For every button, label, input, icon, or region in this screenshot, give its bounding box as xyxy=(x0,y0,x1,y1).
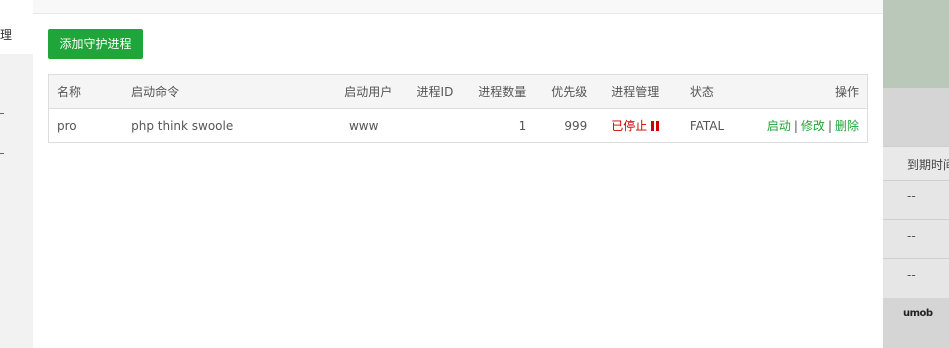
sidebar-marker xyxy=(0,113,4,114)
left-sidebar: 理 xyxy=(0,0,33,348)
background-table-header: 到期时间 xyxy=(883,146,949,181)
table-row: pro php think swoole www 1 999 已停止 FATAL… xyxy=(48,108,868,143)
cell-name: pro xyxy=(48,108,124,143)
cell-user: www xyxy=(311,108,401,143)
background-logo: umob xyxy=(903,308,933,319)
header-state: 状态 xyxy=(689,85,714,99)
header-count: 进程数量 xyxy=(478,85,527,99)
header-user: 启动用户 xyxy=(344,85,393,99)
cell-manage[interactable]: 已停止 xyxy=(595,108,682,143)
cell-state: FATAL xyxy=(681,108,759,143)
start-link[interactable]: 启动 xyxy=(767,119,791,133)
delete-link[interactable]: 删除 xyxy=(835,119,859,133)
background-page: 到期时间 -- -- -- umob xyxy=(883,0,949,348)
header-name: 名称 xyxy=(57,85,82,99)
cell-ops: 启动 | 修改 | 删除 xyxy=(758,108,868,143)
separator: | xyxy=(793,119,798,133)
separator: | xyxy=(827,119,832,133)
sidebar-marker xyxy=(0,153,4,154)
add-daemon-button[interactable]: 添加守护进程 xyxy=(48,29,143,59)
header-pid: 进程ID xyxy=(416,85,454,99)
header-ops: 操作 xyxy=(834,85,859,99)
sidebar-item-label[interactable]: 理 xyxy=(0,26,12,43)
table-header-row: 名称 启动命令 启动用户 进程ID 进程数量 优先级 进程管理 状态 操作 xyxy=(48,74,868,109)
stopped-status[interactable]: 已停止 xyxy=(611,119,647,133)
background-row xyxy=(883,180,949,220)
background-banner xyxy=(883,0,949,88)
edit-link[interactable]: 修改 xyxy=(801,119,825,133)
pause-icon[interactable] xyxy=(651,120,661,134)
cell-pid xyxy=(400,108,462,143)
process-table: 名称 启动命令 启动用户 进程ID 进程数量 优先级 进程管理 状态 操作 pr… xyxy=(48,74,868,143)
dialog-title-bar xyxy=(33,0,883,14)
cell-command: php think swoole xyxy=(123,108,312,143)
background-row xyxy=(883,219,949,259)
background-column-header: 到期时间 xyxy=(907,158,949,172)
background-row xyxy=(883,258,949,298)
background-cell: -- xyxy=(907,268,916,282)
background-cell: -- xyxy=(907,229,916,243)
header-manage: 进程管理 xyxy=(611,85,660,99)
cell-count: 1 xyxy=(461,108,535,143)
cell-priority: 999 xyxy=(534,108,596,143)
header-priority: 优先级 xyxy=(551,85,588,99)
header-command: 启动命令 xyxy=(131,85,180,99)
background-cell: -- xyxy=(907,189,916,203)
